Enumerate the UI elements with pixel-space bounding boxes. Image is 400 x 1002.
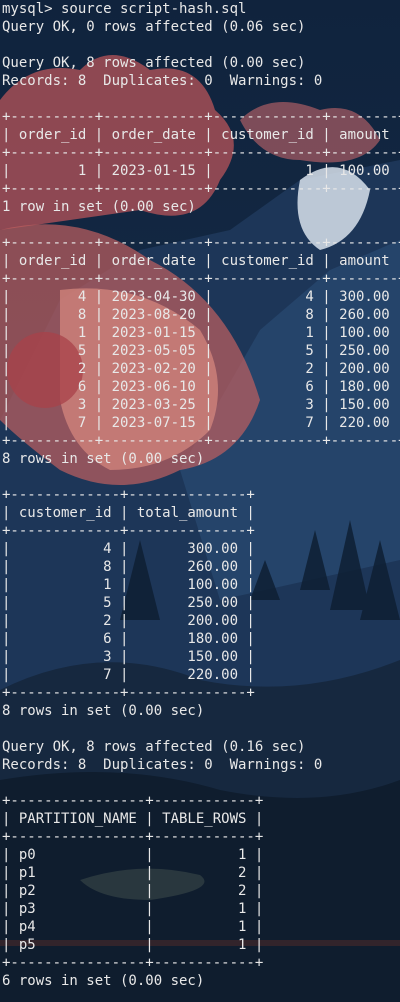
terminal-line: | 7 | 2023-07-15 | 7 | 220.00 | bbox=[2, 415, 400, 431]
terminal-line: +----------+------------+-------------+-… bbox=[2, 109, 400, 125]
terminal-line: Records: 8 Duplicates: 0 Warnings: 0 bbox=[2, 757, 323, 773]
terminal-line: Query OK, 8 rows affected (0.00 sec) bbox=[2, 55, 306, 71]
terminal-line: | 3 | 2023-03-25 | 3 | 150.00 | bbox=[2, 397, 400, 413]
terminal-line: +-------------+--------------+ bbox=[2, 487, 255, 503]
terminal-line: | 4 | 2023-04-30 | 4 | 300.00 | bbox=[2, 289, 400, 305]
terminal-line: | p2 | 2 | bbox=[2, 883, 264, 899]
terminal-line: | 6 | 180.00 | bbox=[2, 631, 255, 647]
terminal-line: Query OK, 8 rows affected (0.16 sec) bbox=[2, 739, 306, 755]
terminal-line: 8 rows in set (0.00 sec) bbox=[2, 703, 205, 719]
terminal-line: 8 rows in set (0.00 sec) bbox=[2, 451, 205, 467]
terminal-line: Query OK, 0 rows affected (0.06 sec) bbox=[2, 19, 306, 35]
terminal-line: | 5 | 250.00 | bbox=[2, 595, 255, 611]
terminal-line: | 1 | 2023-01-15 | 1 | 100.00 | bbox=[2, 325, 400, 341]
terminal-line: 1 row in set (0.00 sec) bbox=[2, 199, 196, 215]
terminal-line: +-------------+--------------+ bbox=[2, 685, 255, 701]
terminal-line: | 2 | 2023-02-20 | 2 | 200.00 | bbox=[2, 361, 400, 377]
terminal-line: Records: 8 Duplicates: 0 Warnings: 0 bbox=[2, 73, 323, 89]
terminal-line: +----------+------------+-------------+-… bbox=[2, 145, 400, 161]
terminal-line: | 5 | 2023-05-05 | 5 | 250.00 | bbox=[2, 343, 400, 359]
terminal-line: | 2 | 200.00 | bbox=[2, 613, 255, 629]
terminal-line: +----------+------------+-------------+-… bbox=[2, 433, 400, 449]
terminal-line: | 8 | 260.00 | bbox=[2, 559, 255, 575]
terminal-line: +----------+------------+-------------+-… bbox=[2, 271, 400, 287]
terminal-line: | order_id | order_date | customer_id | … bbox=[2, 253, 400, 269]
terminal-line: | 8 | 2023-08-20 | 8 | 260.00 | bbox=[2, 307, 400, 323]
terminal-output[interactable]: mysql> source script-hash.sql Query OK, 0… bbox=[2, 0, 400, 990]
terminal-line: +----------------+------------+ bbox=[2, 955, 264, 971]
terminal-line: +-------------+--------------+ bbox=[2, 523, 255, 539]
terminal-line: | p3 | 1 | bbox=[2, 901, 264, 917]
terminal-line: mysql> source script-hash.sql bbox=[2, 1, 247, 17]
terminal-line: | p4 | 1 | bbox=[2, 919, 264, 935]
terminal-line: 6 rows in set (0.00 sec) bbox=[2, 973, 205, 989]
terminal-line: | p1 | 2 | bbox=[2, 865, 264, 881]
terminal-line: | 1 | 100.00 | bbox=[2, 577, 255, 593]
terminal-line: | 3 | 150.00 | bbox=[2, 649, 255, 665]
terminal-line: | PARTITION_NAME | TABLE_ROWS | bbox=[2, 811, 264, 827]
terminal-line: | p0 | 1 | bbox=[2, 847, 264, 863]
terminal-line: | 7 | 220.00 | bbox=[2, 667, 255, 683]
terminal-line: | 4 | 300.00 | bbox=[2, 541, 255, 557]
terminal-line: | p5 | 1 | bbox=[2, 937, 264, 953]
terminal-line: | order_id | order_date | customer_id | … bbox=[2, 127, 400, 143]
terminal-line: +----------------+------------+ bbox=[2, 829, 264, 845]
terminal-line: +----------------+------------+ bbox=[2, 793, 264, 809]
terminal-line: +----------+------------+-------------+-… bbox=[2, 181, 400, 197]
terminal-line: | 6 | 2023-06-10 | 6 | 180.00 | bbox=[2, 379, 400, 395]
terminal-line: +----------+------------+-------------+-… bbox=[2, 235, 400, 251]
terminal-line: | 1 | 2023-01-15 | 1 | 100.00 | bbox=[2, 163, 400, 179]
terminal-line: | customer_id | total_amount | bbox=[2, 505, 255, 521]
